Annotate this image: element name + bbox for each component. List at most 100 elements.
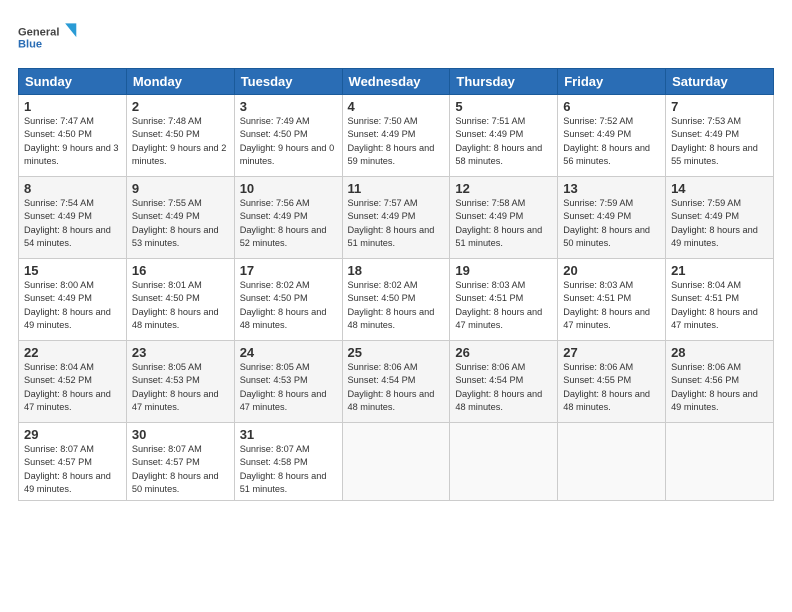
day-info: Sunrise: 7:53 AM Sunset: 4:49 PM Dayligh… <box>671 115 768 168</box>
calendar-header-friday: Friday <box>558 69 666 95</box>
calendar-cell <box>450 423 558 501</box>
day-number: 28 <box>671 345 768 360</box>
calendar-cell: 1 Sunrise: 7:47 AM Sunset: 4:50 PM Dayli… <box>19 95 127 177</box>
day-info: Sunrise: 8:03 AM Sunset: 4:51 PM Dayligh… <box>563 279 660 332</box>
calendar-cell: 13 Sunrise: 7:59 AM Sunset: 4:49 PM Dayl… <box>558 177 666 259</box>
day-info: Sunrise: 8:04 AM Sunset: 4:52 PM Dayligh… <box>24 361 121 414</box>
day-number: 20 <box>563 263 660 278</box>
day-info: Sunrise: 7:59 AM Sunset: 4:49 PM Dayligh… <box>671 197 768 250</box>
day-info: Sunrise: 7:56 AM Sunset: 4:49 PM Dayligh… <box>240 197 337 250</box>
calendar-header-monday: Monday <box>126 69 234 95</box>
day-number: 23 <box>132 345 229 360</box>
calendar-cell <box>558 423 666 501</box>
day-info: Sunrise: 8:05 AM Sunset: 4:53 PM Dayligh… <box>240 361 337 414</box>
day-info: Sunrise: 7:50 AM Sunset: 4:49 PM Dayligh… <box>348 115 445 168</box>
calendar-cell: 16 Sunrise: 8:01 AM Sunset: 4:50 PM Dayl… <box>126 259 234 341</box>
calendar-cell: 23 Sunrise: 8:05 AM Sunset: 4:53 PM Dayl… <box>126 341 234 423</box>
day-info: Sunrise: 8:04 AM Sunset: 4:51 PM Dayligh… <box>671 279 768 332</box>
logo: General Blue <box>18 18 78 58</box>
day-info: Sunrise: 8:02 AM Sunset: 4:50 PM Dayligh… <box>348 279 445 332</box>
day-info: Sunrise: 7:47 AM Sunset: 4:50 PM Dayligh… <box>24 115 121 168</box>
day-number: 1 <box>24 99 121 114</box>
day-number: 30 <box>132 427 229 442</box>
day-number: 6 <box>563 99 660 114</box>
day-number: 26 <box>455 345 552 360</box>
svg-text:General: General <box>18 26 59 38</box>
calendar-cell: 29 Sunrise: 8:07 AM Sunset: 4:57 PM Dayl… <box>19 423 127 501</box>
day-number: 18 <box>348 263 445 278</box>
calendar-header-wednesday: Wednesday <box>342 69 450 95</box>
day-info: Sunrise: 8:03 AM Sunset: 4:51 PM Dayligh… <box>455 279 552 332</box>
calendar-cell: 11 Sunrise: 7:57 AM Sunset: 4:49 PM Dayl… <box>342 177 450 259</box>
day-number: 9 <box>132 181 229 196</box>
day-info: Sunrise: 8:02 AM Sunset: 4:50 PM Dayligh… <box>240 279 337 332</box>
day-number: 15 <box>24 263 121 278</box>
calendar-cell: 4 Sunrise: 7:50 AM Sunset: 4:49 PM Dayli… <box>342 95 450 177</box>
day-number: 29 <box>24 427 121 442</box>
day-info: Sunrise: 8:06 AM Sunset: 4:56 PM Dayligh… <box>671 361 768 414</box>
day-number: 24 <box>240 345 337 360</box>
calendar-cell <box>666 423 774 501</box>
calendar-week-row-4: 22 Sunrise: 8:04 AM Sunset: 4:52 PM Dayl… <box>19 341 774 423</box>
day-info: Sunrise: 8:07 AM Sunset: 4:57 PM Dayligh… <box>132 443 229 496</box>
calendar-cell: 22 Sunrise: 8:04 AM Sunset: 4:52 PM Dayl… <box>19 341 127 423</box>
calendar-cell: 15 Sunrise: 8:00 AM Sunset: 4:49 PM Dayl… <box>19 259 127 341</box>
calendar-header-row: SundayMondayTuesdayWednesdayThursdayFrid… <box>19 69 774 95</box>
day-info: Sunrise: 8:06 AM Sunset: 4:54 PM Dayligh… <box>348 361 445 414</box>
calendar-cell: 30 Sunrise: 8:07 AM Sunset: 4:57 PM Dayl… <box>126 423 234 501</box>
day-info: Sunrise: 8:06 AM Sunset: 4:54 PM Dayligh… <box>455 361 552 414</box>
day-info: Sunrise: 8:06 AM Sunset: 4:55 PM Dayligh… <box>563 361 660 414</box>
calendar-cell: 3 Sunrise: 7:49 AM Sunset: 4:50 PM Dayli… <box>234 95 342 177</box>
calendar-cell: 19 Sunrise: 8:03 AM Sunset: 4:51 PM Dayl… <box>450 259 558 341</box>
day-number: 11 <box>348 181 445 196</box>
day-number: 14 <box>671 181 768 196</box>
day-number: 27 <box>563 345 660 360</box>
calendar-cell: 17 Sunrise: 8:02 AM Sunset: 4:50 PM Dayl… <box>234 259 342 341</box>
svg-text:Blue: Blue <box>18 38 42 50</box>
day-number: 3 <box>240 99 337 114</box>
calendar-header-tuesday: Tuesday <box>234 69 342 95</box>
day-info: Sunrise: 7:51 AM Sunset: 4:49 PM Dayligh… <box>455 115 552 168</box>
day-info: Sunrise: 7:52 AM Sunset: 4:49 PM Dayligh… <box>563 115 660 168</box>
day-info: Sunrise: 7:58 AM Sunset: 4:49 PM Dayligh… <box>455 197 552 250</box>
day-number: 10 <box>240 181 337 196</box>
day-number: 2 <box>132 99 229 114</box>
calendar-cell <box>342 423 450 501</box>
calendar-table: SundayMondayTuesdayWednesdayThursdayFrid… <box>18 68 774 501</box>
day-info: Sunrise: 7:54 AM Sunset: 4:49 PM Dayligh… <box>24 197 121 250</box>
day-info: Sunrise: 8:00 AM Sunset: 4:49 PM Dayligh… <box>24 279 121 332</box>
calendar-week-row-1: 1 Sunrise: 7:47 AM Sunset: 4:50 PM Dayli… <box>19 95 774 177</box>
day-info: Sunrise: 7:55 AM Sunset: 4:49 PM Dayligh… <box>132 197 229 250</box>
day-info: Sunrise: 7:59 AM Sunset: 4:49 PM Dayligh… <box>563 197 660 250</box>
calendar-header-thursday: Thursday <box>450 69 558 95</box>
calendar-cell: 10 Sunrise: 7:56 AM Sunset: 4:49 PM Dayl… <box>234 177 342 259</box>
day-number: 22 <box>24 345 121 360</box>
calendar-week-row-3: 15 Sunrise: 8:00 AM Sunset: 4:49 PM Dayl… <box>19 259 774 341</box>
day-info: Sunrise: 7:49 AM Sunset: 4:50 PM Dayligh… <box>240 115 337 168</box>
calendar-cell: 8 Sunrise: 7:54 AM Sunset: 4:49 PM Dayli… <box>19 177 127 259</box>
day-number: 17 <box>240 263 337 278</box>
calendar-cell: 21 Sunrise: 8:04 AM Sunset: 4:51 PM Dayl… <box>666 259 774 341</box>
day-number: 13 <box>563 181 660 196</box>
day-info: Sunrise: 7:48 AM Sunset: 4:50 PM Dayligh… <box>132 115 229 168</box>
calendar-cell: 18 Sunrise: 8:02 AM Sunset: 4:50 PM Dayl… <box>342 259 450 341</box>
calendar-week-row-2: 8 Sunrise: 7:54 AM Sunset: 4:49 PM Dayli… <box>19 177 774 259</box>
logo-svg: General Blue <box>18 18 78 58</box>
calendar-cell: 20 Sunrise: 8:03 AM Sunset: 4:51 PM Dayl… <box>558 259 666 341</box>
calendar-cell: 9 Sunrise: 7:55 AM Sunset: 4:49 PM Dayli… <box>126 177 234 259</box>
calendar-cell: 28 Sunrise: 8:06 AM Sunset: 4:56 PM Dayl… <box>666 341 774 423</box>
calendar-week-row-5: 29 Sunrise: 8:07 AM Sunset: 4:57 PM Dayl… <box>19 423 774 501</box>
day-number: 19 <box>455 263 552 278</box>
calendar-cell: 26 Sunrise: 8:06 AM Sunset: 4:54 PM Dayl… <box>450 341 558 423</box>
day-info: Sunrise: 8:07 AM Sunset: 4:58 PM Dayligh… <box>240 443 337 496</box>
day-info: Sunrise: 7:57 AM Sunset: 4:49 PM Dayligh… <box>348 197 445 250</box>
header: General Blue <box>18 18 774 58</box>
day-info: Sunrise: 8:07 AM Sunset: 4:57 PM Dayligh… <box>24 443 121 496</box>
page: General Blue SundayMondayTuesdayWednesda… <box>0 0 792 612</box>
calendar-cell: 27 Sunrise: 8:06 AM Sunset: 4:55 PM Dayl… <box>558 341 666 423</box>
calendar-cell: 5 Sunrise: 7:51 AM Sunset: 4:49 PM Dayli… <box>450 95 558 177</box>
day-number: 7 <box>671 99 768 114</box>
day-number: 8 <box>24 181 121 196</box>
calendar-cell: 25 Sunrise: 8:06 AM Sunset: 4:54 PM Dayl… <box>342 341 450 423</box>
calendar-cell: 24 Sunrise: 8:05 AM Sunset: 4:53 PM Dayl… <box>234 341 342 423</box>
